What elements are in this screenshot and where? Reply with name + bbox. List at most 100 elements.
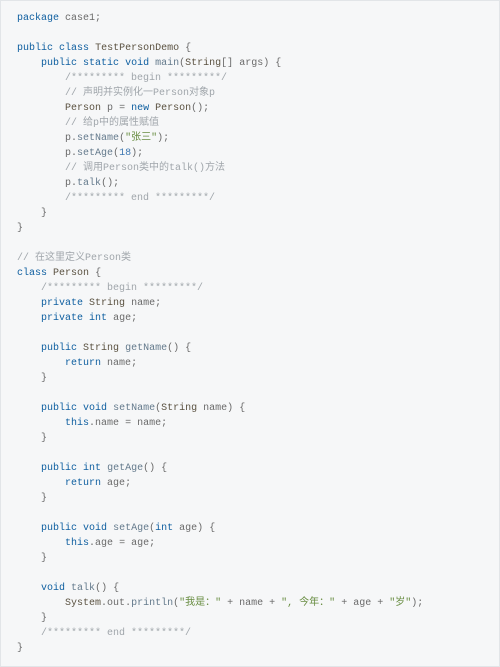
kw-new: new bbox=[131, 103, 149, 114]
arg-type: String bbox=[161, 403, 197, 414]
comment: // 声明并实例化一Person对象p bbox=[65, 88, 215, 99]
brace: } bbox=[41, 493, 47, 504]
var: name bbox=[131, 298, 155, 309]
sig: () bbox=[143, 463, 155, 474]
kw-private: private bbox=[41, 313, 83, 324]
op: + bbox=[335, 598, 353, 609]
class-name: TestPersonDemo bbox=[95, 43, 179, 54]
string: "我是：" bbox=[179, 598, 221, 609]
brace: } bbox=[17, 223, 23, 234]
type: int bbox=[83, 463, 101, 474]
semi: ; bbox=[131, 313, 137, 324]
kw-static: static bbox=[83, 58, 119, 69]
semi: ; bbox=[161, 418, 167, 429]
brace: { bbox=[275, 58, 281, 69]
brace: { bbox=[113, 583, 119, 594]
paren: ) bbox=[227, 403, 233, 414]
op: = bbox=[119, 103, 125, 114]
field: name bbox=[95, 418, 119, 429]
kw-public: public bbox=[41, 523, 77, 534]
semi: ; bbox=[131, 358, 137, 369]
paren: ); bbox=[131, 148, 143, 159]
var: p bbox=[107, 103, 113, 114]
kw-return: return bbox=[65, 358, 101, 369]
brace: } bbox=[41, 433, 47, 444]
ctor: Person bbox=[155, 103, 191, 114]
var: age bbox=[113, 313, 131, 324]
brace: { bbox=[209, 523, 215, 534]
brace: { bbox=[185, 343, 191, 354]
semi: ; bbox=[125, 478, 131, 489]
brace: { bbox=[95, 268, 101, 279]
kw-return: return bbox=[65, 478, 101, 489]
type: int bbox=[89, 313, 107, 324]
kw-void: void bbox=[41, 583, 65, 594]
type: Person bbox=[65, 103, 101, 114]
semi: ; bbox=[155, 298, 161, 309]
kw-this: this bbox=[65, 418, 89, 429]
comment: // 在这里定义Person类 bbox=[17, 253, 131, 264]
arg-type: String bbox=[185, 58, 221, 69]
method: getName bbox=[125, 343, 167, 354]
kw-void: void bbox=[83, 403, 107, 414]
arg-type: int bbox=[155, 523, 173, 534]
string: "岁" bbox=[389, 598, 411, 609]
field: age bbox=[95, 538, 113, 549]
arg: name bbox=[203, 403, 227, 414]
brace: { bbox=[239, 403, 245, 414]
kw-void: void bbox=[125, 58, 149, 69]
kw-public: public bbox=[41, 403, 77, 414]
op: + bbox=[371, 598, 389, 609]
var: name bbox=[239, 598, 263, 609]
class-name: Person bbox=[53, 268, 89, 279]
method: talk bbox=[71, 583, 95, 594]
system: System bbox=[65, 598, 101, 609]
call: (); bbox=[191, 103, 209, 114]
brace: } bbox=[17, 643, 23, 654]
method: setName bbox=[113, 403, 155, 414]
semi: ; bbox=[95, 13, 101, 24]
type: String bbox=[89, 298, 125, 309]
sig: () bbox=[167, 343, 179, 354]
op: = bbox=[119, 538, 125, 549]
method: talk bbox=[77, 178, 101, 189]
comment: /********* end *********/ bbox=[65, 193, 215, 204]
paren: ); bbox=[157, 133, 169, 144]
string: ", 今年：" bbox=[281, 598, 335, 609]
kw-package: package bbox=[17, 13, 59, 24]
brace: { bbox=[185, 43, 191, 54]
kw-class: class bbox=[17, 268, 47, 279]
kw-public: public bbox=[41, 463, 77, 474]
var: age bbox=[353, 598, 371, 609]
type: String bbox=[83, 343, 119, 354]
comment: // 调用Person类中的talk()方法 bbox=[65, 163, 225, 174]
brace: } bbox=[41, 613, 47, 624]
method: getAge bbox=[107, 463, 143, 474]
op: + bbox=[221, 598, 239, 609]
arr: [] bbox=[221, 58, 233, 69]
comment: /********* end *********/ bbox=[41, 628, 191, 639]
arg: args bbox=[239, 58, 263, 69]
kw-void: void bbox=[83, 523, 107, 534]
var: age bbox=[107, 478, 125, 489]
op: = bbox=[125, 418, 131, 429]
kw-private: private bbox=[41, 298, 83, 309]
kw-this: this bbox=[65, 538, 89, 549]
kw-public: public bbox=[17, 43, 53, 54]
op: + bbox=[263, 598, 281, 609]
code-block: package case1; public class TestPersonDe… bbox=[17, 11, 483, 656]
string: "张三" bbox=[125, 133, 157, 144]
brace: } bbox=[41, 208, 47, 219]
method-main: main bbox=[155, 58, 179, 69]
kw-public: public bbox=[41, 58, 77, 69]
var: age bbox=[131, 538, 149, 549]
kw-class: class bbox=[59, 43, 89, 54]
pkg-name: case1 bbox=[65, 13, 95, 24]
var: name bbox=[137, 418, 161, 429]
method: setAge bbox=[77, 148, 113, 159]
comment: /********* begin *********/ bbox=[41, 283, 203, 294]
semi: ; bbox=[149, 538, 155, 549]
paren: ) bbox=[263, 58, 269, 69]
comment: /********* begin *********/ bbox=[65, 73, 227, 84]
paren: ) bbox=[197, 523, 203, 534]
